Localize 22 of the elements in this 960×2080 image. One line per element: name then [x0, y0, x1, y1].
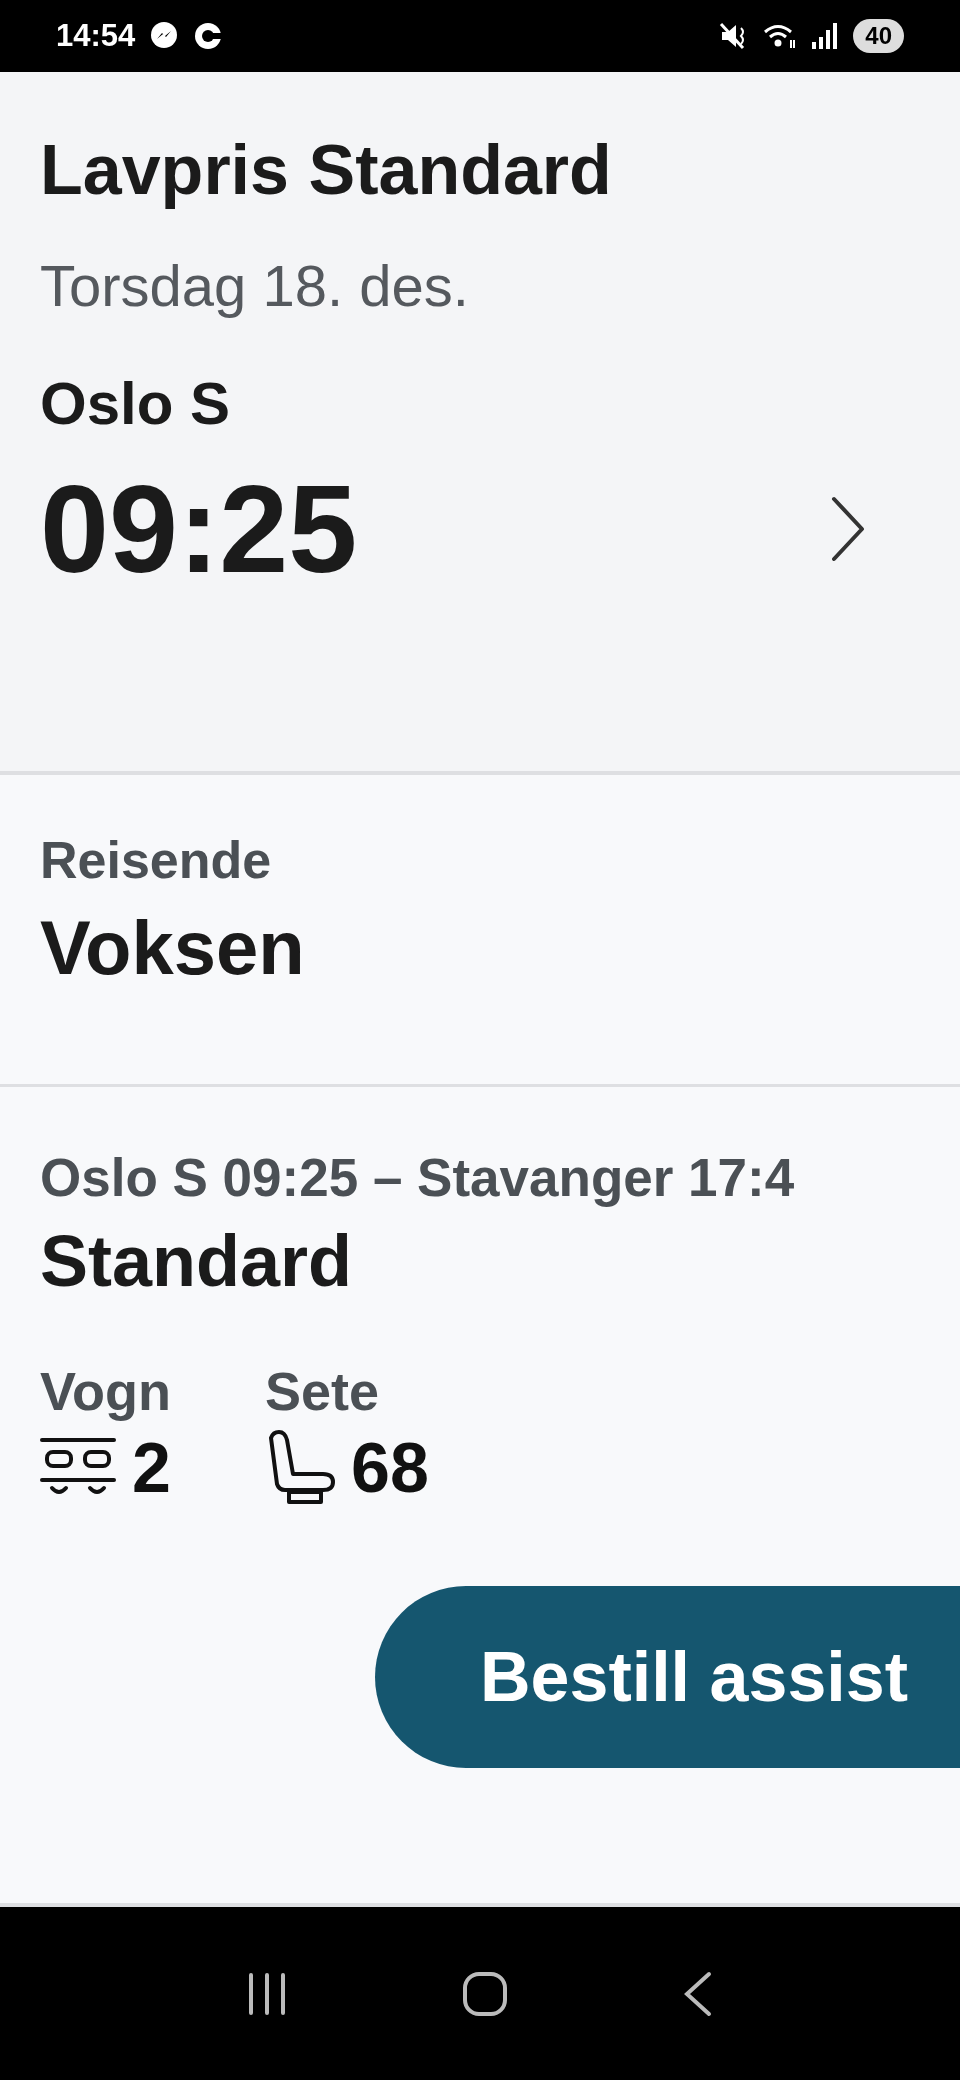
traveller-type: Voksen — [40, 904, 306, 991]
departure-station: Oslo S — [40, 369, 232, 438]
route-text: Oslo S 09:25 – Stavanger 17:4 — [40, 1147, 796, 1208]
back-icon[interactable] — [682, 1970, 713, 2017]
battery-level: 40 — [853, 19, 904, 53]
wifi-icon — [763, 22, 798, 50]
departure-time: 09:25 — [40, 459, 358, 600]
travel-class: Standard — [40, 1220, 354, 1302]
status-time: 14:54 — [56, 18, 136, 54]
traveller-label: Reisende — [40, 830, 273, 890]
assistance-button[interactable]: Bestill assist — [375, 1586, 960, 1768]
detail-value: 2 — [132, 1428, 171, 1508]
detail-label: Sete — [264, 1360, 381, 1422]
signal-icon — [811, 22, 840, 50]
ticket-title: Lavpris Standard — [40, 130, 613, 210]
home-icon[interactable] — [462, 1970, 508, 2017]
detail-value: 68 — [350, 1428, 429, 1508]
circle-icon — [193, 21, 224, 51]
detail-label: Vogn — [40, 1360, 171, 1422]
chevron-right-icon[interactable] — [831, 496, 865, 562]
travel-date: Torsdag 18. des. — [40, 252, 470, 319]
recent-apps-icon[interactable] — [247, 1972, 288, 2015]
